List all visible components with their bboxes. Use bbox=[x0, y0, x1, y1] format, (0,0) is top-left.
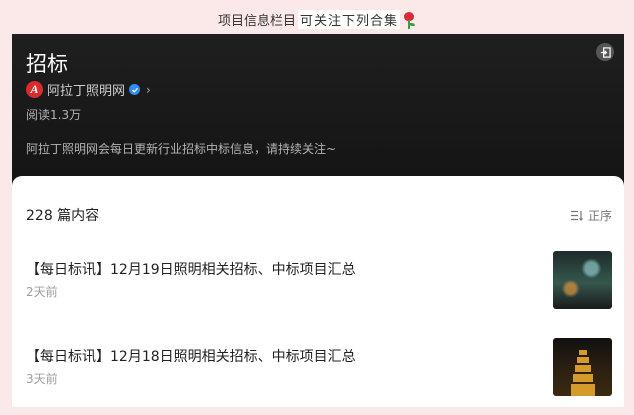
verified-icon bbox=[129, 84, 141, 95]
sort-button[interactable]: 正序 bbox=[570, 207, 612, 224]
chevron-right-icon: › bbox=[146, 82, 151, 97]
article-thumbnail bbox=[553, 338, 612, 396]
article-title: 【每日标讯】12月18日照明相关招标、中标项目汇总 bbox=[26, 349, 356, 365]
collection-panel: 招标 A 阿拉丁照明网 › 阅读1.3万 阿拉丁照明网会每日更新行业招标中标信息… bbox=[12, 34, 624, 407]
account-name: 阿拉丁照明网 bbox=[47, 84, 126, 99]
article-title: 【每日标讯】12月19日照明相关招标、中标项目汇总 bbox=[26, 262, 356, 278]
article-list: 228 篇内容 正序 【每日标讯】12月19日照明相关招标、中标项目汇总 2天前… bbox=[12, 176, 624, 407]
list-header: 228 篇内容 正序 bbox=[26, 205, 612, 225]
top-caption: 项目信息栏目 可关注下列合集 bbox=[0, 10, 634, 29]
sort-icon bbox=[570, 210, 583, 221]
sort-label: 正序 bbox=[587, 208, 612, 223]
read-count: 阅读1.3万 bbox=[26, 108, 82, 122]
list-item[interactable]: 【每日标讯】12月19日照明相关招标、中标项目汇总 2天前 bbox=[26, 251, 612, 309]
article-time: 3天前 bbox=[26, 372, 58, 386]
list-item[interactable]: 【每日标讯】12月18日照明相关招标、中标项目汇总 3天前 bbox=[26, 338, 612, 396]
article-time: 2天前 bbox=[26, 285, 58, 299]
exit-button[interactable] bbox=[596, 43, 614, 61]
caption-prefix: 项目信息栏目 bbox=[217, 14, 296, 29]
source-account[interactable]: A 阿拉丁照明网 › bbox=[26, 80, 151, 99]
exit-icon bbox=[600, 46, 611, 58]
account-logo: A bbox=[26, 81, 43, 98]
rose-icon bbox=[402, 11, 416, 29]
collection-title: 招标 bbox=[26, 52, 68, 76]
collection-header: 招标 A 阿拉丁照明网 › 阅读1.3万 阿拉丁照明网会每日更新行业招标中标信息… bbox=[12, 34, 624, 186]
article-count: 228 篇内容 bbox=[26, 208, 100, 224]
caption-highlight: 可关注下列合集 bbox=[298, 10, 401, 29]
article-thumbnail bbox=[553, 251, 612, 309]
collection-description: 阿拉丁照明网会每日更新行业招标中标信息，请持续关注~ bbox=[26, 142, 337, 156]
